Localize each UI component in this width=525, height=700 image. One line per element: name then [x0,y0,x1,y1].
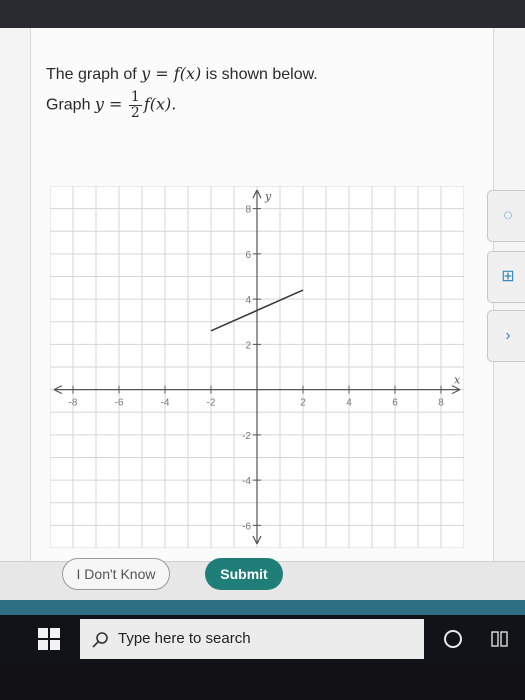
screen-bezel-top [0,0,525,28]
tool-point-button[interactable]: ◌ [487,190,525,242]
submit-button[interactable]: Submit [205,558,283,590]
coordinate-plane[interactable]: -8 -6 -4 -2 2 4 6 8 8 6 4 2 -2 -4 -6 x y [50,186,464,548]
y-tick-label: 8 [245,205,251,216]
y-tick-label: 6 [245,250,251,261]
x-tick-label: -4 [161,398,170,409]
tool-next-button[interactable]: › [487,310,525,362]
cortana-icon[interactable] [444,630,462,648]
task-view-icon[interactable] [491,630,509,648]
equation-rhs: f(x). [143,94,177,114]
screen-bezel-bottom [0,665,525,700]
fraction: 1 2 [128,89,142,121]
y-tick-label: 4 [245,295,251,306]
x-tick-label: -2 [207,398,216,409]
function-expression: y = f(x) [141,64,202,83]
y-axis-label: y [264,190,272,203]
question-text-prefix: The graph of [46,66,142,83]
question-line-1: The graph of y = f(x) is shown below. [46,64,318,84]
y-tick-label: -4 [242,476,251,487]
point-tool-icon: ◌ [503,207,513,224]
equation-lhs: y = [94,94,123,114]
tool-line-button[interactable]: ⊞ [487,251,525,303]
search-placeholder: Type here to search [118,630,251,647]
fraction-denominator: 2 [130,105,140,121]
fraction-numerator: 1 [128,89,142,106]
windows-start-icon[interactable] [38,628,60,650]
question-line-2: Graph y = 1 2 f(x). [46,90,176,121]
x-tick-label: 4 [346,398,352,409]
x-tick-label: 8 [438,398,444,409]
app-screen: The graph of y = f(x) is shown below. Gr… [0,28,525,600]
line-tool-icon: ⊞ [501,268,515,285]
x-tick-label: 2 [300,398,306,409]
x-tick-label: -8 [69,398,78,409]
search-icon [92,632,108,648]
accent-strip [0,600,525,615]
graph-area[interactable]: -8 -6 -4 -2 2 4 6 8 8 6 4 2 -2 -4 -6 x y [50,186,464,548]
x-axis-label: x [454,374,461,387]
chevron-right-icon: › [505,327,511,344]
x-tick-label: 6 [392,398,398,409]
x-tick-label: -6 [115,398,124,409]
dont-know-button[interactable]: I Don't Know [62,558,170,590]
y-tick-label: 2 [245,340,251,351]
y-tick-label: -2 [242,431,251,442]
graph-instruction: Graph [46,96,95,114]
taskbar-search-box[interactable]: Type here to search [80,619,424,659]
y-tick-label: -6 [242,521,251,532]
question-text-suffix: is shown below. [201,66,318,83]
